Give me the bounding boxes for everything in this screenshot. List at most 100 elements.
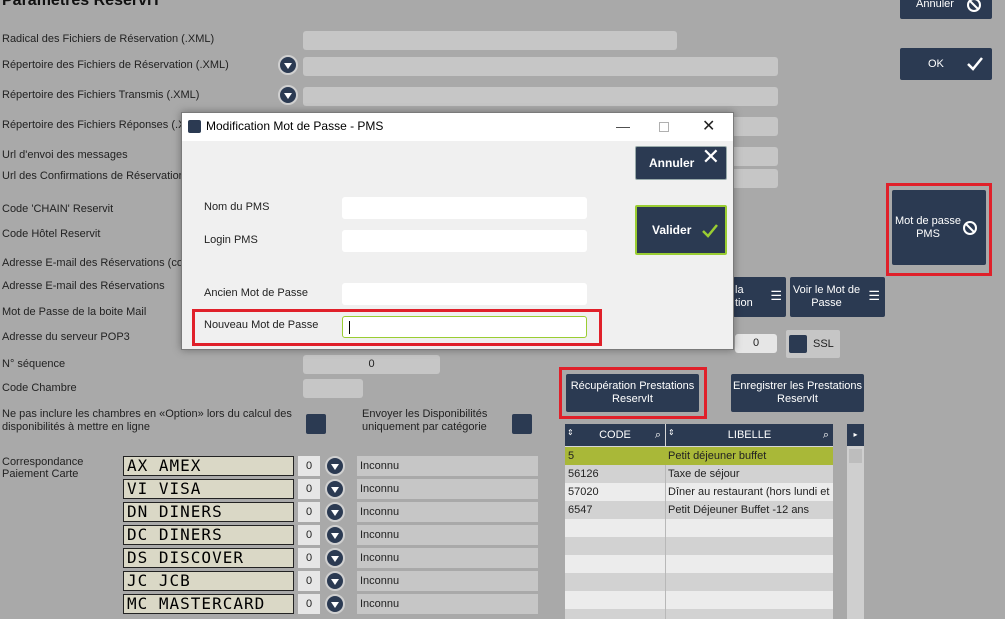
search-icon[interactable]: ⌕	[823, 424, 829, 446]
card-mapping-field[interactable]: Inconnu	[357, 456, 538, 476]
card-name: AX AMEX	[123, 456, 294, 476]
card-mapping-field[interactable]: Inconnu	[357, 571, 538, 591]
enreg-label-2: ReservIt	[777, 393, 818, 405]
password-dialog: Modification Mot de Passe - PMS — ✕ Nom …	[181, 112, 734, 350]
pop3-label: Adresse du serveur POP3	[2, 331, 130, 343]
card-number-field[interactable]: 0	[298, 548, 320, 568]
check-icon	[702, 224, 718, 238]
login-pms-label: Login PMS	[204, 234, 258, 246]
card-dropdown-icon[interactable]	[325, 502, 345, 522]
list-icon: ☰	[868, 288, 880, 303]
voir-la-button[interactable]: la tion ☰	[733, 277, 786, 317]
card-mapping-field[interactable]: Inconnu	[357, 594, 538, 614]
browse-transmis-icon[interactable]	[278, 85, 298, 105]
card-dropdown-icon[interactable]	[325, 594, 345, 614]
code-chambre-input[interactable]	[303, 379, 363, 398]
maximize-icon[interactable]	[659, 122, 669, 132]
card-mapping-field[interactable]: Inconnu	[357, 548, 538, 568]
cell-code: 56126	[568, 468, 599, 480]
check-icon	[967, 57, 983, 71]
table-row[interactable]: 57020 Dîner au restaurant (hors lundi et	[565, 483, 833, 501]
card-number-field[interactable]: 0	[298, 456, 320, 476]
card-dropdown-icon[interactable]	[325, 525, 345, 545]
dialog-titlebar[interactable]: Modification Mot de Passe - PMS — ✕	[182, 113, 733, 141]
table-row[interactable]: 56126 Taxe de séjour	[565, 465, 833, 483]
cell-code: 6547	[568, 504, 593, 516]
grid-header-code[interactable]: CODE ⇕ ⌕	[565, 424, 665, 446]
table-row[interactable]: 6547 Petit Déjeuner Buffet -12 ans	[565, 501, 833, 519]
dialog-valider-button[interactable]: Valider	[635, 205, 727, 255]
voir-la-label-1: la	[735, 284, 744, 296]
card-mapping-field[interactable]: Inconnu	[357, 525, 538, 545]
rep-reservation-label: Répertoire des Fichiers de Réservation (…	[2, 59, 229, 71]
card-number-field[interactable]: 0	[298, 525, 320, 545]
cell-libelle: Petit déjeuner buffet	[668, 450, 767, 462]
dialog-annuler-label: Annuler	[649, 155, 695, 170]
cell-code: 57020	[568, 486, 599, 498]
nom-pms-label: Nom du PMS	[204, 201, 270, 213]
nom-pms-input[interactable]	[342, 197, 587, 219]
search-icon[interactable]: ⌕	[655, 424, 661, 446]
card-dropdown-icon[interactable]	[325, 456, 345, 476]
scroll-right-arrow[interactable]: ▸	[847, 424, 864, 446]
enregistrer-prestations-button[interactable]: Enregistrer les Prestations ReservIt	[731, 374, 864, 412]
card-number-field[interactable]: 0	[298, 594, 320, 614]
enreg-label-1: Enregistrer les Prestations	[733, 380, 862, 392]
pop3-port-value: 0	[752, 337, 760, 349]
scroll-thumb[interactable]	[849, 449, 862, 463]
pop3-port-input[interactable]: 0	[735, 334, 777, 353]
close-icon[interactable]: ✕	[702, 116, 715, 136]
sequence-input[interactable]: 0	[303, 355, 440, 374]
voir-la-label-2: tion	[735, 297, 753, 309]
card-dropdown-icon[interactable]	[325, 548, 345, 568]
card-number-field[interactable]: 0	[298, 502, 320, 522]
card-name: MC MASTERCARD	[123, 594, 294, 614]
dispo-checkbox[interactable]	[512, 414, 532, 434]
table-row[interactable]: 5 Petit déjeuner buffet	[565, 447, 833, 465]
browse-reservation-icon[interactable]	[278, 55, 298, 75]
grid-header-libelle[interactable]: LIBELLE ⇕ ⌕	[666, 424, 833, 446]
radical-input[interactable]	[303, 31, 677, 50]
rep-transmis-input[interactable]	[303, 87, 778, 106]
col-code-label: CODE	[599, 429, 631, 441]
annuler-button[interactable]: Annuler	[900, 0, 992, 19]
code-chain-label: Code 'CHAIN' Reservit	[2, 203, 114, 215]
dialog-annuler-button[interactable]: Annuler ✕	[635, 146, 727, 180]
card-number-field[interactable]: 0	[298, 571, 320, 591]
ssl-checkbox[interactable]	[789, 335, 807, 353]
corresp-label-line2: Paiement Carte	[2, 468, 79, 480]
email-res-comp-label: Adresse E-mail des Réservations (com	[2, 257, 193, 269]
sort-icon: ⇕	[668, 428, 675, 437]
list-icon: ☰	[770, 288, 782, 303]
code-chambre-label: Code Chambre	[2, 382, 77, 394]
email-res-label: Adresse E-mail des Réservations	[2, 280, 165, 292]
ssl-toggle[interactable]: SSL	[786, 330, 840, 358]
card-mapping-field[interactable]: Inconnu	[357, 479, 538, 499]
sort-icon: ⇕	[567, 428, 574, 437]
dispo-label-line2: uniquement par catégorie	[362, 421, 487, 433]
card-name: DN DINERS	[123, 502, 294, 522]
sequence-value: 0	[368, 358, 375, 370]
app-icon	[188, 120, 201, 133]
annuler-label: Annuler	[916, 0, 954, 10]
option-checkbox[interactable]	[306, 414, 326, 434]
rep-reservation-input[interactable]	[303, 57, 778, 76]
sequence-label: N° séquence	[2, 358, 66, 370]
ssl-label: SSL	[813, 337, 834, 350]
ok-button[interactable]: OK	[900, 48, 992, 80]
option-label-line2: disponibilités à mettre en ligne	[2, 421, 150, 433]
highlight-nouveau-mdp	[192, 309, 602, 346]
grid-scrollbar[interactable]: ▸	[847, 424, 864, 619]
card-mapping-field[interactable]: Inconnu	[357, 502, 538, 522]
login-pms-input[interactable]	[342, 230, 587, 252]
card-dropdown-icon[interactable]	[325, 479, 345, 499]
page-title: Paramètres ReservIT	[2, 0, 162, 9]
cell-code: 5	[568, 450, 575, 462]
voir-mdp-button[interactable]: Voir le Mot de Passe ☰	[790, 277, 885, 317]
card-number-field[interactable]: 0	[298, 479, 320, 499]
url-confirm-label: Url des Confirmations de Réservations	[2, 170, 191, 182]
ancien-mdp-input[interactable]	[342, 283, 587, 305]
minimize-icon[interactable]: —	[616, 115, 630, 137]
card-dropdown-icon[interactable]	[325, 571, 345, 591]
col-libelle-label: LIBELLE	[727, 429, 772, 441]
